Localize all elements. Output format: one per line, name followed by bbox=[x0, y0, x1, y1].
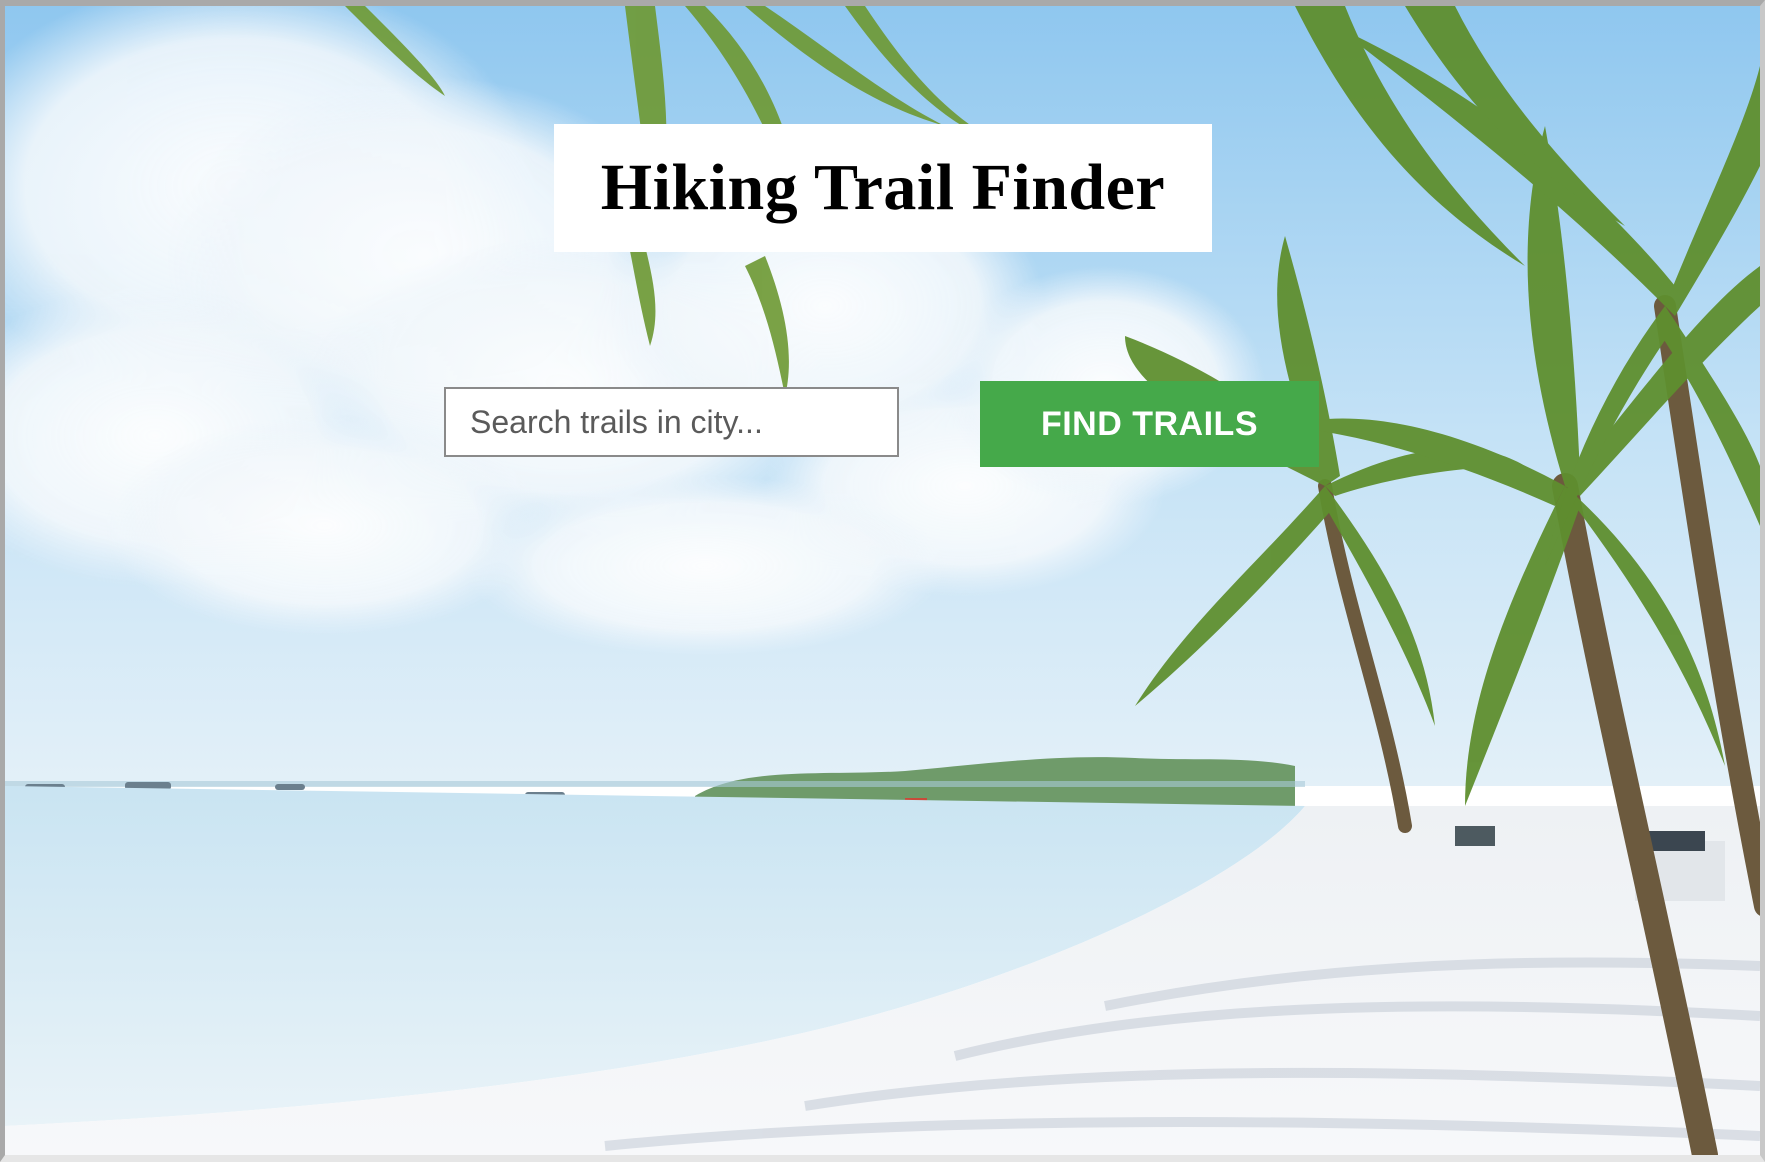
browser-viewport: Hiking Trail Finder FIND TRAILS bbox=[0, 0, 1765, 1162]
find-trails-button[interactable]: FIND TRAILS bbox=[980, 381, 1319, 467]
page-title: Hiking Trail Finder bbox=[600, 151, 1166, 224]
title-card: Hiking Trail Finder bbox=[554, 124, 1212, 252]
search-input[interactable] bbox=[444, 387, 899, 457]
